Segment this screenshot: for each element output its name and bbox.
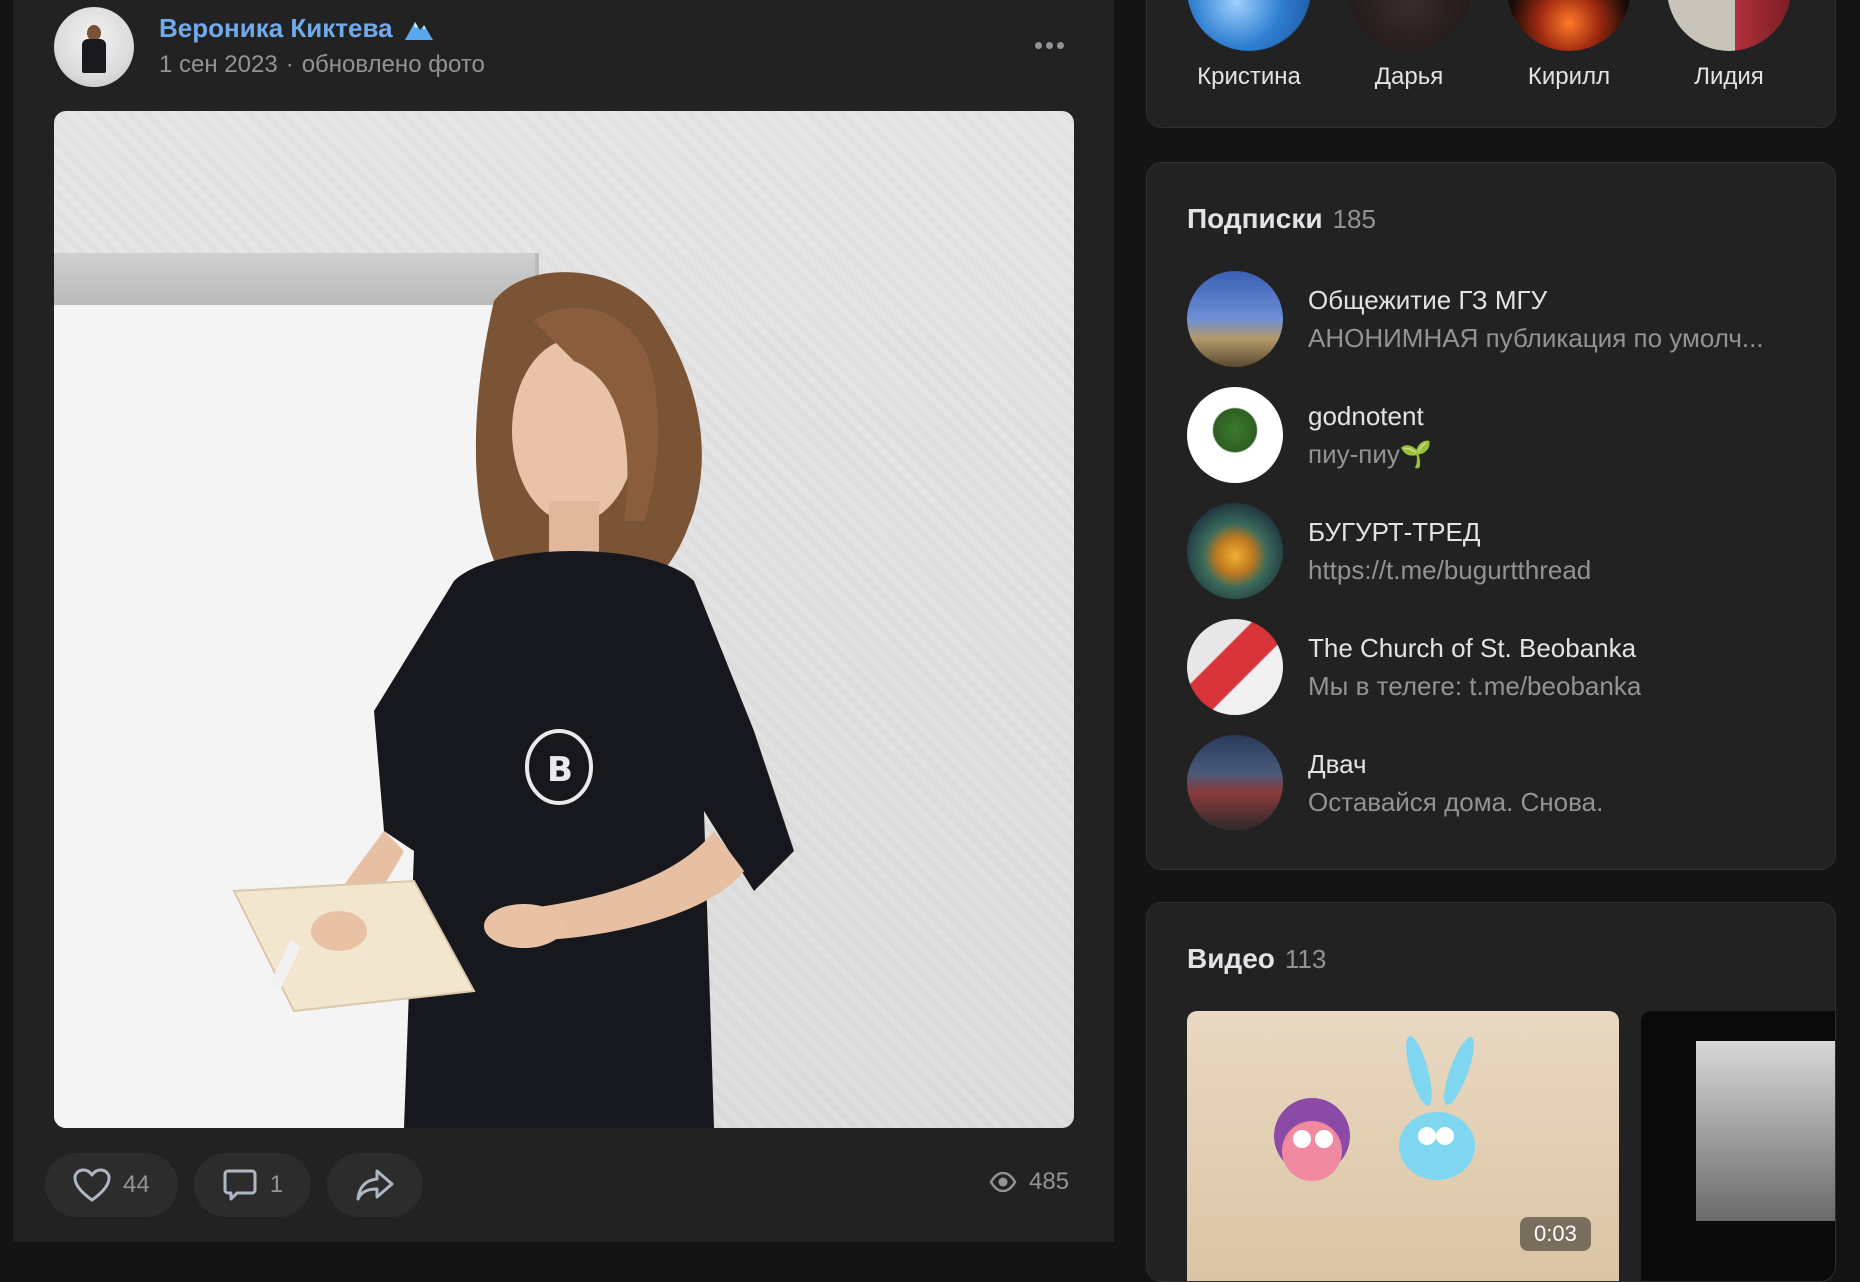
post-header: Вероника Киктева 1 сен 2023 · обновлено фо… — [54, 7, 1114, 87]
subscription-name: БУГУРТ-ТРЕД — [1308, 517, 1481, 547]
share-icon — [356, 1169, 394, 1201]
friends-card: Кристина Дарья Кирилл Лидия — [1146, 0, 1836, 128]
post-meta: 1 сен 2023 · обновлено фото — [159, 51, 485, 79]
views-counter: 485 — [989, 1168, 1069, 1196]
videos-title[interactable]: Видео 113 — [1187, 943, 1326, 975]
friend-avatar — [1667, 0, 1791, 51]
avatar-figure-body — [82, 39, 106, 73]
comment-icon — [223, 1169, 257, 1201]
post-actions: 44 1 — [45, 1153, 424, 1217]
subscription-item[interactable]: The Church of St. Beobanka Мы в телеге: … — [1187, 619, 1807, 715]
more-dot-icon — [1045, 41, 1053, 49]
subscription-name: Общежитие ГЗ МГУ — [1308, 285, 1548, 315]
video-preview-image — [1696, 1041, 1835, 1221]
mountain-badge-icon[interactable] — [403, 16, 435, 42]
subscriptions-title[interactable]: Подписки 185 — [1187, 203, 1376, 235]
heart-icon — [73, 1168, 111, 1202]
friend-avatar — [1347, 0, 1471, 51]
subscription-desc: пиу-пиу🌱 — [1308, 439, 1433, 469]
eye-icon — [989, 1172, 1017, 1192]
wall-post: Вероника Киктева 1 сен 2023 · обновлено фо… — [13, 0, 1114, 1242]
like-button[interactable]: 44 — [45, 1153, 178, 1217]
more-dot-icon — [1056, 41, 1064, 49]
friend-item[interactable]: Кирилл — [1489, 0, 1649, 91]
views-count: 485 — [1029, 1168, 1070, 1195]
subscription-desc: АНОНИМНАЯ публикация по умолч... — [1308, 323, 1764, 353]
video-duration: 0:03 — [1520, 1217, 1591, 1251]
subscription-avatar — [1187, 735, 1283, 831]
comment-count: 1 — [269, 1171, 284, 1198]
subscription-name: The Church of St. Beobanka — [1308, 633, 1637, 663]
subscription-item[interactable]: Двач Оставайся дома. Снова. — [1187, 735, 1807, 831]
friend-item[interactable]: Лидия — [1649, 0, 1809, 91]
subscription-item[interactable]: godnotent пиу-пиу🌱 — [1187, 387, 1807, 483]
friend-avatar — [1507, 0, 1631, 51]
friend-name: Лидия — [1694, 63, 1764, 90]
subscription-avatar — [1187, 387, 1283, 483]
meta-separator: · — [285, 51, 294, 78]
videos-card: Видео 113 0:03 — [1146, 902, 1836, 1282]
friend-item[interactable]: Дарья — [1329, 0, 1489, 91]
more-options-button[interactable] — [1029, 33, 1069, 57]
subscription-name: Двач — [1308, 749, 1367, 779]
post-date[interactable]: 1 сен 2023 — [159, 51, 278, 78]
video-thumbnail[interactable] — [1641, 1011, 1835, 1281]
friend-name: Дарья — [1374, 63, 1444, 90]
friend-name: Кристина — [1197, 63, 1301, 90]
friend-name: Кирилл — [1527, 63, 1611, 90]
author-name[interactable]: Вероника Киктева — [159, 13, 393, 44]
subscriptions-count: 185 — [1332, 204, 1376, 234]
svg-text:B: B — [547, 750, 573, 790]
friend-avatar — [1187, 0, 1311, 51]
subscription-item[interactable]: БУГУРТ-ТРЕД https://t.me/bugurtthread — [1187, 503, 1807, 599]
subscription-desc: Мы в телеге: t.me/beobanka — [1308, 671, 1642, 701]
subscriptions-title-text: Подписки — [1187, 203, 1323, 234]
comment-button[interactable]: 1 — [193, 1153, 312, 1217]
subscription-name: godnotent — [1308, 401, 1424, 431]
subscription-item[interactable]: Общежитие ГЗ МГУ АНОНИМНАЯ публикация по… — [1187, 271, 1807, 367]
post-action: обновлено фото — [301, 51, 485, 78]
post-photo[interactable]: B — [54, 111, 1074, 1128]
share-button[interactable] — [327, 1153, 424, 1217]
author-name-link[interactable]: Вероника Киктева — [159, 13, 435, 44]
video-thumbnail[interactable]: 0:03 — [1187, 1011, 1619, 1281]
friend-item[interactable]: Кристина — [1169, 0, 1329, 91]
subscription-avatar — [1187, 271, 1283, 367]
author-avatar[interactable] — [54, 7, 134, 87]
subscription-avatar — [1187, 619, 1283, 715]
subscription-desc: Оставайся дома. Снова. — [1308, 787, 1604, 817]
like-count: 44 — [123, 1171, 150, 1198]
page-left-gutter — [0, 0, 13, 1242]
subscriptions-card: Подписки 185 Общежитие ГЗ МГУ АНОНИМНАЯ п… — [1146, 162, 1836, 870]
subscription-avatar — [1187, 503, 1283, 599]
videos-count: 113 — [1284, 944, 1327, 974]
videos-title-text: Видео — [1187, 943, 1275, 974]
subscription-desc: https://t.me/bugurtthread — [1308, 555, 1592, 585]
photo-person-illustration: B — [232, 272, 794, 1128]
more-dot-icon — [1034, 41, 1042, 49]
